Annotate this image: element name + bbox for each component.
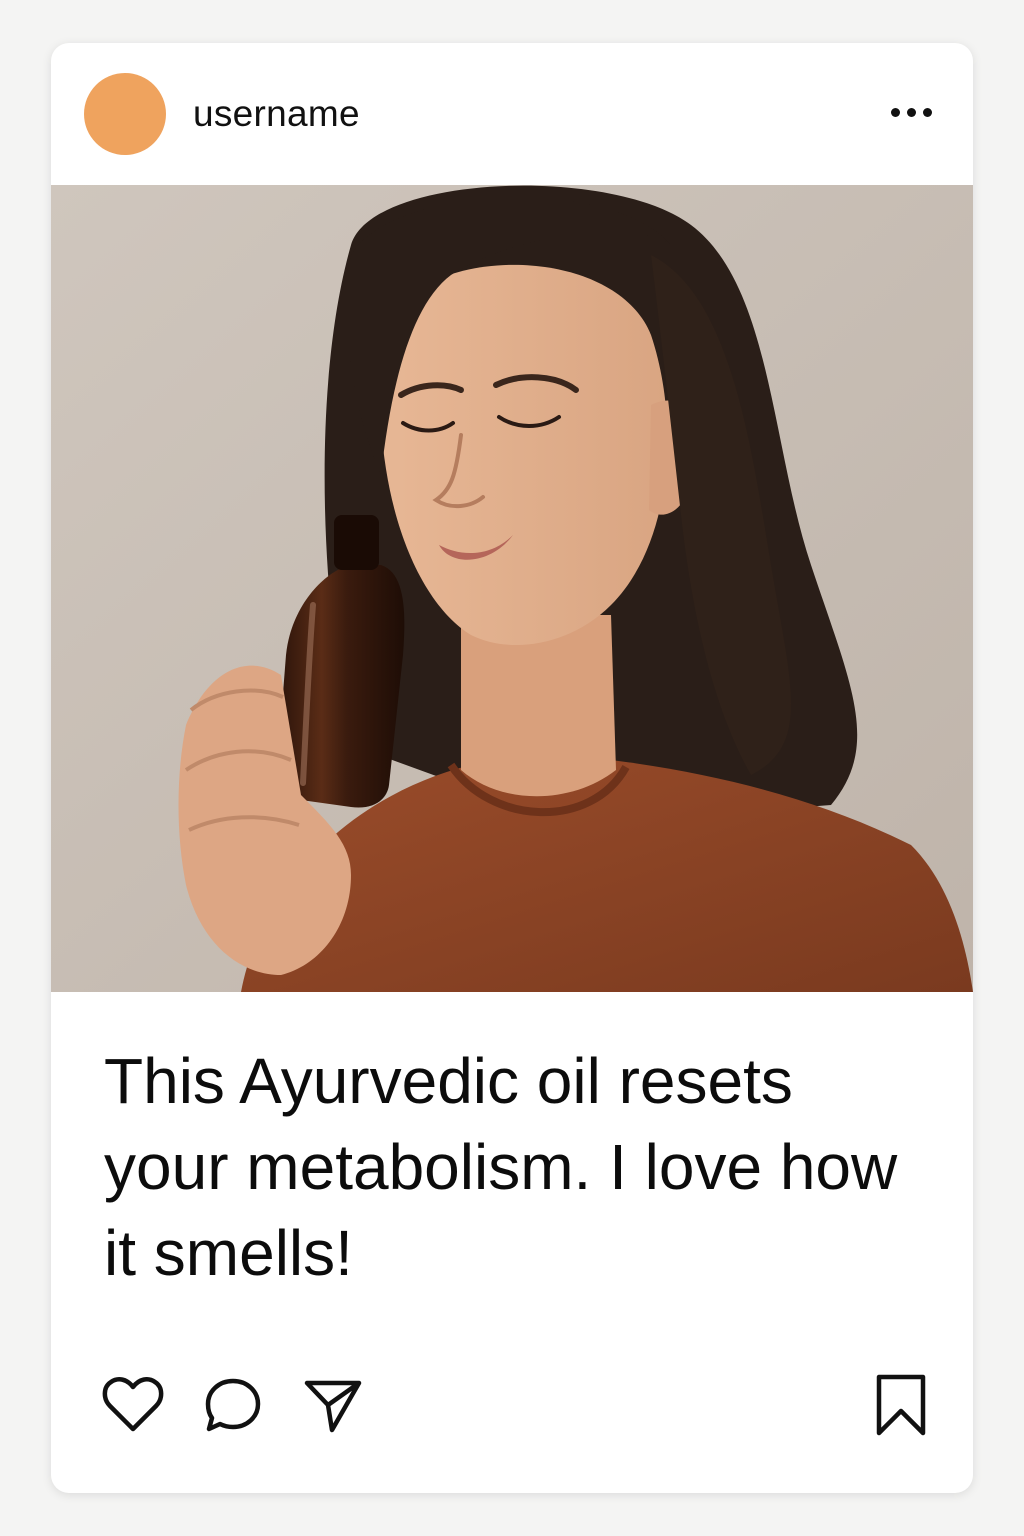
action-bar xyxy=(51,1373,973,1443)
heart-icon[interactable] xyxy=(101,1373,165,1437)
post-photo[interactable] xyxy=(51,185,973,992)
bottle-neck xyxy=(334,515,379,570)
post-caption: This Ayurvedic oil resets your metabolis… xyxy=(104,1045,898,1289)
post-header: username xyxy=(51,43,973,185)
avatar[interactable] xyxy=(84,73,166,155)
username[interactable]: username xyxy=(193,93,360,135)
bookmark-icon[interactable] xyxy=(869,1373,933,1437)
send-paper-plane-icon[interactable] xyxy=(301,1373,365,1437)
comment-bubble-icon[interactable] xyxy=(201,1373,265,1437)
more-options-icon[interactable] xyxy=(885,99,939,129)
post-card: username This Ayurvedic oil resets your … xyxy=(51,43,973,1493)
